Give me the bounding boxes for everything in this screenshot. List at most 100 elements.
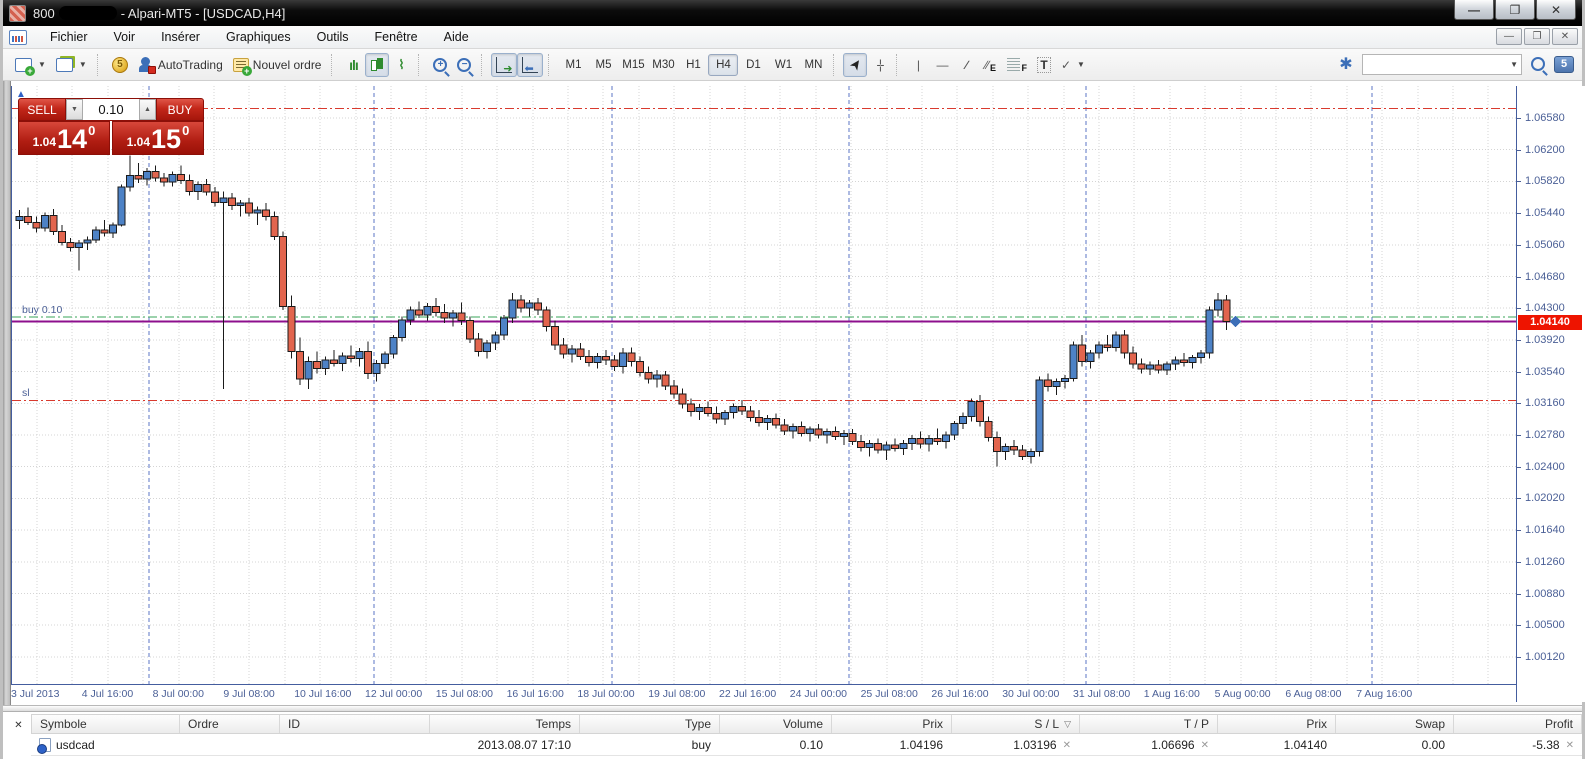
toolbox-close-button[interactable]: ✕	[11, 718, 26, 733]
remove-tp-button[interactable]: ✕	[1201, 740, 1209, 751]
col-sl[interactable]: S / L▽	[952, 715, 1080, 733]
volume-increase-button[interactable]: ▲	[139, 99, 156, 120]
col-tp[interactable]: T / P	[1080, 715, 1218, 733]
candle	[671, 386, 678, 394]
minimize-button[interactable]: —	[1454, 0, 1494, 20]
menu-outils[interactable]: Outils	[304, 27, 362, 47]
candle	[399, 320, 406, 338]
tf-m1[interactable]: M1	[558, 54, 588, 76]
zoom-out-button[interactable]: −	[452, 53, 476, 77]
trendline-button[interactable]: ∕	[954, 53, 978, 77]
candle	[994, 438, 1001, 452]
community-chat-badge[interactable]: 5	[1554, 56, 1574, 73]
tf-d1[interactable]: D1	[738, 54, 768, 76]
col-swap[interactable]: Swap	[1336, 715, 1454, 733]
menu-fichier[interactable]: Fichier	[37, 27, 101, 47]
candle	[866, 443, 873, 447]
candle	[943, 435, 950, 442]
arrows-button[interactable]: ✓▼	[1056, 53, 1090, 77]
sell-button[interactable]: SELL	[18, 98, 66, 121]
autotrading-button[interactable]: AutoTrading	[133, 53, 228, 77]
tf-m5[interactable]: M5	[588, 54, 618, 76]
price-tick-label: 1.01640	[1525, 524, 1565, 536]
tf-w1[interactable]: W1	[768, 54, 798, 76]
candle	[1079, 345, 1086, 362]
tf-m30[interactable]: M30	[648, 54, 678, 76]
horizontal-line-button[interactable]: —	[930, 53, 954, 77]
equidistant-channel-button[interactable]: ∕∕E	[978, 53, 1002, 77]
col-temps[interactable]: Temps	[430, 715, 580, 733]
mt5-window: 800 - Alpari-MT5 - [USDCAD,H4] — ❐ ✕ Fic…	[0, 0, 1585, 759]
candle	[1045, 380, 1052, 387]
profiles-button[interactable]: ▼	[51, 53, 92, 77]
text-tool-button[interactable]: T	[1032, 53, 1056, 77]
tf-h4[interactable]: H4	[708, 54, 738, 76]
candle	[1223, 300, 1230, 322]
close-position-button[interactable]: ✕	[1566, 740, 1574, 751]
col-symbole[interactable]: Symbole	[32, 715, 180, 733]
zoom-in-button[interactable]: +	[428, 53, 452, 77]
search-button[interactable]	[1526, 52, 1550, 76]
menu-fenetre[interactable]: Fenêtre	[362, 27, 431, 47]
cell-sl: 1.03196✕	[951, 735, 1079, 755]
fibonacci-button[interactable]: F	[1002, 53, 1032, 77]
position-row[interactable]: usdcad 2013.08.07 17:10 buy 0.10 1.04196…	[31, 735, 1582, 756]
cursor-icon: ➤	[845, 55, 866, 74]
cursor-button[interactable]: ➤	[843, 53, 867, 77]
volume-value[interactable]: 0.10	[83, 99, 139, 120]
deposit-button[interactable]: 5	[107, 53, 133, 77]
search-input[interactable]: ▼	[1362, 54, 1522, 75]
col-ordre[interactable]: Ordre	[180, 715, 280, 733]
settings-button[interactable]: ✱	[1334, 52, 1358, 76]
chart-shift-button[interactable]: ⬅	[517, 53, 543, 77]
buy-price-point: 0	[182, 123, 189, 138]
col-volume[interactable]: Volume	[720, 715, 832, 733]
price-tick-label: 1.02400	[1525, 461, 1565, 473]
col-profit[interactable]: Profit	[1454, 715, 1582, 733]
chart-plot[interactable]: ▲ SELL ▼ 0.10 ▲ BUY 1.04 14 0	[11, 86, 1516, 684]
title-bar: 800 - Alpari-MT5 - [USDCAD,H4] — ❐ ✕	[3, 0, 1582, 26]
candle	[1172, 360, 1179, 364]
panel-splitter[interactable]	[3, 705, 1582, 712]
crosshair-button[interactable]: -¦-	[867, 53, 891, 77]
new-order-button[interactable]: Nouvel ordre	[228, 53, 327, 77]
menu-graphiques[interactable]: Graphiques	[213, 27, 304, 47]
tf-m15[interactable]: M15	[618, 54, 648, 76]
vertical-line-button[interactable]: |	[906, 53, 930, 77]
maximize-button[interactable]: ❐	[1495, 0, 1535, 20]
price-axis[interactable]: 1.065801.062001.058201.054401.050601.046…	[1516, 86, 1585, 702]
menu-aide[interactable]: Aide	[431, 27, 482, 47]
new-chart-button[interactable]: ▼	[10, 53, 51, 77]
time-axis[interactable]: 3 Jul 20134 Jul 16:008 Jul 00:009 Jul 08…	[11, 684, 1516, 702]
buy-button[interactable]: BUY	[156, 98, 204, 121]
candle	[450, 313, 457, 318]
col-id[interactable]: ID	[280, 715, 430, 733]
tf-h1[interactable]: H1	[678, 54, 708, 76]
price-tick-label: 1.02020	[1525, 492, 1565, 504]
horizontal-line-icon: —	[936, 58, 948, 72]
chart-shift-icon: ⬅	[522, 57, 538, 73]
remove-sl-button[interactable]: ✕	[1063, 740, 1071, 751]
volume-decrease-button[interactable]: ▼	[66, 99, 83, 120]
menu-voir[interactable]: Voir	[101, 27, 149, 47]
menu-inserer[interactable]: Insérer	[148, 27, 213, 47]
child-restore-button[interactable]: ❐	[1524, 28, 1550, 45]
candle	[144, 171, 151, 179]
col-type[interactable]: Type	[580, 715, 720, 733]
date-tick-label: 16 Jul 16:00	[507, 688, 564, 700]
buy-quote[interactable]: 1.04 15 0	[112, 121, 204, 155]
col-prix-current[interactable]: Prix	[1218, 715, 1336, 733]
toolbar-separator	[833, 54, 838, 76]
child-close-button[interactable]: ✕	[1552, 28, 1578, 45]
line-chart-button[interactable]: ⌇	[389, 53, 413, 77]
child-minimize-button[interactable]: —	[1496, 28, 1522, 45]
crosshair-icon: -¦-	[876, 57, 882, 72]
tf-mn[interactable]: MN	[798, 54, 828, 76]
col-prix-open[interactable]: Prix	[832, 715, 952, 733]
candlestick-chart-button[interactable]	[365, 53, 389, 77]
autoscroll-button[interactable]: ➜	[491, 53, 517, 77]
sort-icon: ▽	[1064, 719, 1071, 730]
sell-quote[interactable]: 1.04 14 0	[18, 121, 110, 155]
bar-chart-button[interactable]: ılı	[341, 53, 365, 77]
close-button[interactable]: ✕	[1536, 0, 1576, 20]
